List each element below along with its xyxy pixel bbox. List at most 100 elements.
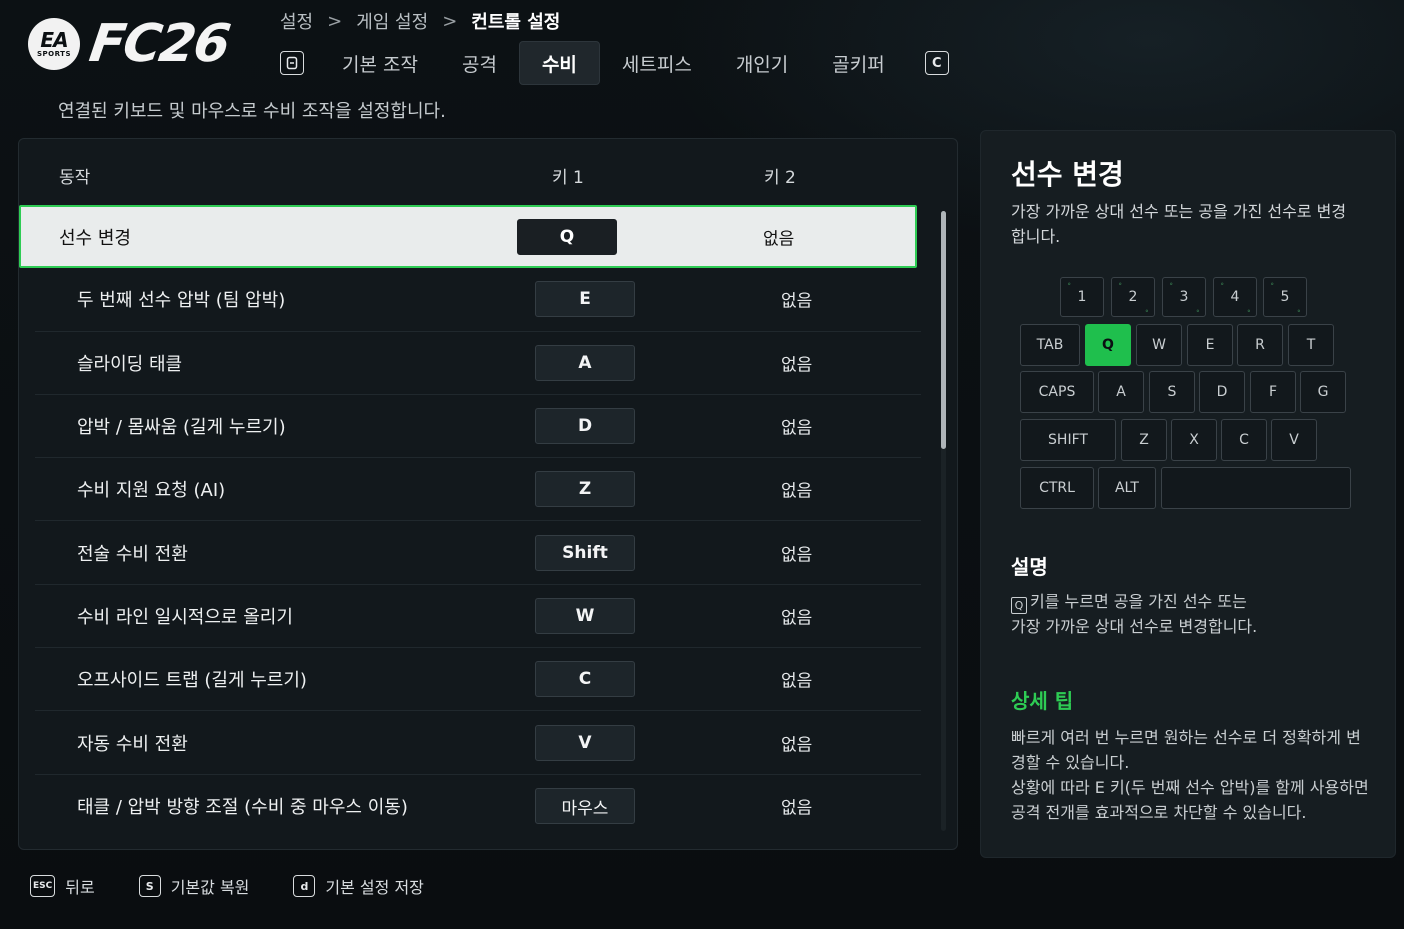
key2-binding-button[interactable]: 없음 (781, 667, 812, 692)
tip-title: 상세 팁 (1011, 689, 1074, 713)
keyboard-key: ALT (1098, 467, 1156, 509)
keyboard-key: ∘ 2 ∘ (1111, 277, 1155, 317)
key1-binding-button[interactable]: V (535, 724, 635, 761)
key1-binding-button[interactable]: Z (535, 471, 635, 508)
restore-defaults-button[interactable]: S 기본값 복원 (138, 874, 250, 898)
breadcrumb-item-settings[interactable]: 설정 (280, 8, 313, 34)
keyboard-key: R (1237, 324, 1283, 366)
keyboard-key: ∘ 3 ∘ (1162, 277, 1206, 317)
sports-logo-text: SPORTS (36, 50, 71, 58)
tip-line-2: 상황에 따라 E 키(두 번째 선수 압박)를 함께 사용하면 공격 전개를 효… (1011, 778, 1369, 822)
key1-binding-button[interactable]: A (535, 344, 635, 381)
key2-binding-button[interactable]: 없음 (763, 224, 794, 249)
s-key-icon: S (138, 875, 161, 897)
table-row[interactable]: 슬라이딩 태클 A 없음 (35, 332, 921, 395)
save-defaults-label: 기본 설정 저장 (325, 878, 424, 897)
tab-bar: 기본 조작 공격 수비 세트피스 개인기 골키퍼 C (280, 41, 949, 85)
row-action-label: 자동 수비 전환 (77, 733, 188, 755)
d-key-icon: d (293, 875, 316, 897)
detail-title: 선수 변경 (1011, 158, 1124, 191)
keyboard-key: G (1300, 371, 1346, 413)
scrollbar-track[interactable] (941, 211, 946, 831)
table-row[interactable]: 태클 / 압박 방향 조절 (수비 중 마우스 이동) 마우스 없음 (35, 775, 921, 838)
keyboard-key: CAPS (1020, 371, 1094, 413)
keyboard-key: C (1221, 419, 1267, 461)
key2-binding-button[interactable]: 없음 (781, 287, 812, 312)
table-header: 동작 키 1 키 2 (19, 139, 957, 205)
table-row[interactable]: 선수 변경 Q 없음 (19, 205, 917, 269)
key2-binding-button[interactable]: 없음 (781, 794, 812, 819)
keyboard-key: T (1288, 324, 1334, 366)
tip-line-1: 빠르게 여러 번 누르면 원하는 선수로 더 정확하게 변경할 수 있습니다. (1011, 728, 1361, 772)
keyboard-key: ∘ 4 ∘ (1213, 277, 1257, 317)
table-row[interactable]: 수비 라인 일시적으로 올리기 W 없음 (35, 585, 921, 649)
explain-line-2: 가장 가까운 상대 선수로 변경합니다. (1011, 617, 1258, 636)
breadcrumb-separator: > (442, 10, 458, 32)
column-header-key2: 키 2 (764, 168, 796, 188)
detail-description: 가장 가까운 상대 선수 또는 공을 가진 선수로 변경합니다. (1011, 202, 1347, 246)
tab-set-pieces[interactable]: 세트피스 (600, 41, 714, 85)
key2-binding-button[interactable]: 없음 (781, 414, 812, 439)
breadcrumb: 설정 > 게임 설정 > 컨트롤 설정 (280, 8, 560, 34)
explain-text: Q 키를 누르면 공을 가진 선수 또는 가장 가까운 상대 선수로 변경합니다. (1011, 589, 1381, 639)
row-action-label: 수비 라인 일시적으로 올리기 (77, 606, 293, 628)
scrollbar-thumb[interactable] (941, 211, 946, 449)
key2-binding-button[interactable]: 없음 (781, 350, 812, 375)
keyboard-key: TAB (1020, 324, 1080, 366)
keyboard-key: CTRL (1020, 467, 1094, 509)
key1-binding-button[interactable]: Q (517, 218, 617, 255)
key1-binding-button[interactable]: E (535, 281, 635, 318)
keyboard-key: E (1187, 324, 1233, 366)
keyboard-key: D (1199, 371, 1245, 413)
tip-text: 빠르게 여러 번 누르면 원하는 선수로 더 정확하게 변경할 수 있습니다. … (1011, 725, 1373, 825)
key2-binding-button[interactable]: 없음 (781, 477, 812, 502)
restore-defaults-label: 기본값 복원 (170, 878, 250, 897)
row-action-label: 수비 지원 요청 (AI) (77, 480, 226, 502)
key1-binding-button[interactable]: C (535, 661, 635, 698)
tab-attack[interactable]: 공격 (440, 41, 519, 85)
keyboard-key: SHIFT (1020, 419, 1116, 461)
row-action-label: 슬라이딩 태클 (77, 353, 183, 375)
row-action-label: 오프사이드 트랩 (길게 누르기) (77, 670, 307, 692)
tab-skill-moves[interactable]: 개인기 (714, 41, 810, 85)
key1-binding-button[interactable]: W (535, 597, 635, 634)
key1-binding-button[interactable]: D (535, 408, 635, 445)
tab-goalkeeper[interactable]: 골키퍼 (810, 41, 906, 85)
key2-binding-button[interactable]: 없음 (781, 730, 812, 755)
breadcrumb-item-game-settings[interactable]: 게임 설정 (356, 8, 428, 34)
row-action-label: 태클 / 압박 방향 조절 (수비 중 마우스 이동) (77, 797, 408, 819)
table-row[interactable]: 오프사이드 트랩 (길게 누르기) C 없음 (35, 648, 921, 712)
keyboard-key: V (1271, 419, 1317, 461)
logo-area: EA SPORTS FC26 (28, 14, 232, 74)
table-row[interactable]: 전술 수비 전환 Shift 없음 (35, 521, 921, 585)
table-row[interactable]: 수비 지원 요청 (AI) Z 없음 (35, 458, 921, 522)
bumper-left-icon (286, 56, 298, 70)
key1-binding-button[interactable]: Shift (535, 534, 635, 571)
breadcrumb-separator: > (327, 10, 343, 32)
table-row[interactable]: 자동 수비 전환 V 없음 (35, 711, 921, 775)
keyboard-key: A (1098, 371, 1144, 413)
prev-tab-key-icon[interactable] (280, 51, 304, 75)
next-tab-key-icon[interactable]: C (924, 51, 949, 75)
keyboard-key: ∘ 1 (1060, 277, 1104, 317)
key2-binding-button[interactable]: 없음 (781, 603, 812, 628)
ea-sports-logo: EA SPORTS (28, 18, 80, 70)
keyboard-key: W (1136, 324, 1182, 366)
controls-list: 선수 변경 Q 없음 두 번째 선수 압박 (팀 압박) E 없음 슬라이딩 태… (19, 205, 939, 838)
key1-binding-button[interactable]: 마우스 (535, 788, 635, 825)
keyboard-key: S (1149, 371, 1195, 413)
table-row[interactable]: 압박 / 몸싸움 (길게 누르기) D 없음 (35, 395, 921, 459)
footer-actions: ESC 뒤로 S 기본값 복원 d 기본 설정 저장 (30, 874, 424, 898)
table-row[interactable]: 두 번째 선수 압박 (팀 압박) E 없음 (35, 268, 921, 332)
back-button[interactable]: ESC 뒤로 (30, 874, 95, 898)
save-defaults-button[interactable]: d 기본 설정 저장 (293, 874, 424, 898)
q-key-icon: Q (1011, 597, 1027, 614)
ea-logo-text: EA (40, 28, 68, 52)
row-action-label: 두 번째 선수 압박 (팀 압박) (77, 290, 286, 312)
row-action-label: 압박 / 몸싸움 (길게 누르기) (77, 417, 286, 439)
tab-defense[interactable]: 수비 (518, 41, 600, 85)
breadcrumb-item-control-settings: 컨트롤 설정 (471, 12, 561, 33)
key2-binding-button[interactable]: 없음 (781, 540, 812, 565)
tab-basic-controls[interactable]: 기본 조작 (320, 41, 440, 85)
explain-line-1: 키를 누르면 공을 가진 선수 또는 (1030, 592, 1247, 611)
